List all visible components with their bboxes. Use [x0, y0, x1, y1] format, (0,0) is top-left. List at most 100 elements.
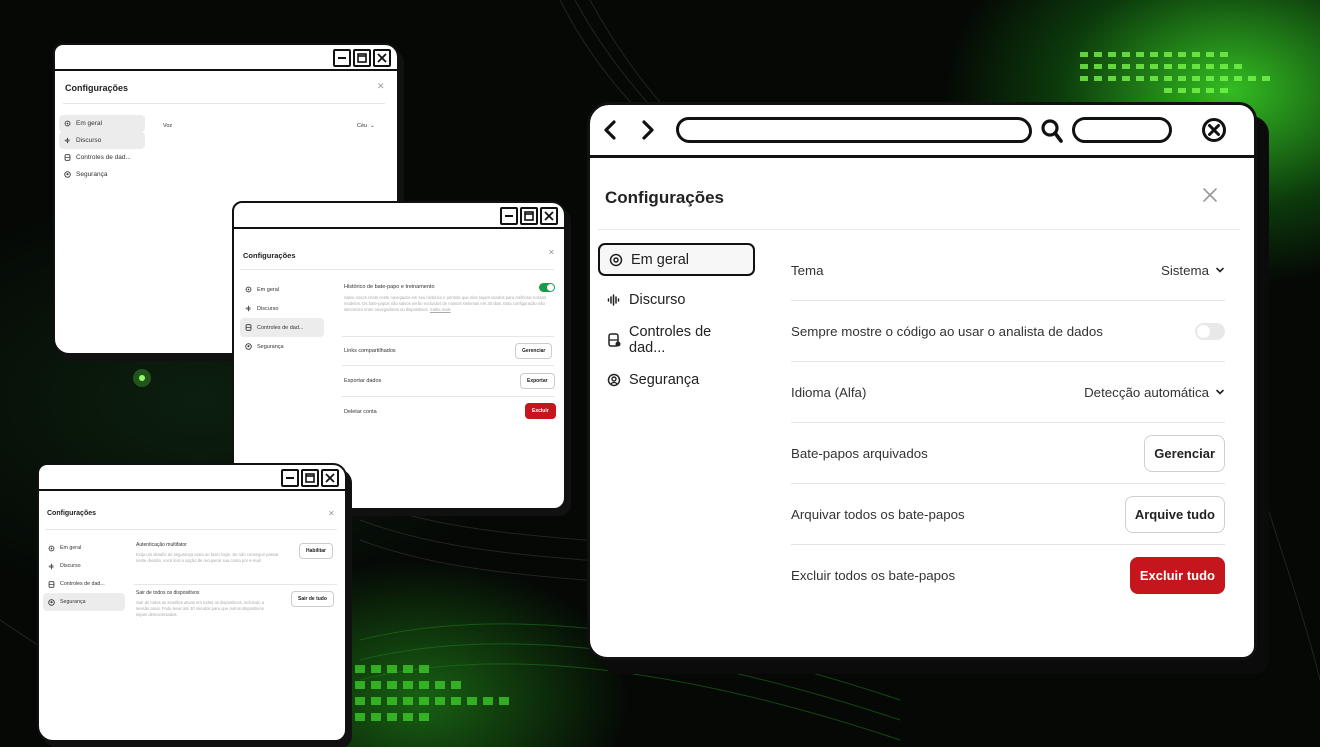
chevron-down-icon: ⌄: [370, 123, 375, 129]
delete-all-button[interactable]: Excluir tudo: [1129, 557, 1225, 594]
sidebar-item-general[interactable]: Em geral: [59, 115, 145, 132]
mfa-title: Autenticação multifator: [136, 542, 187, 548]
row-divider: [342, 365, 554, 366]
logout-all-description: Sair de todas as sessões ativas em todos…: [136, 600, 265, 618]
toolbar-pill[interactable]: [1072, 117, 1172, 143]
settings-close-icon[interactable]: ✕: [548, 248, 555, 257]
forward-icon[interactable]: [640, 119, 656, 141]
settings-sidebar: Em geral Discurso Controles de dad... Se…: [59, 115, 145, 183]
sidebar-item-speech[interactable]: Discurso: [59, 132, 145, 149]
sidebar-item-label: Em geral: [76, 120, 103, 127]
history-title: Histórico de bate-papo e treinamento: [344, 284, 435, 290]
settings-divider: [63, 103, 385, 104]
database-icon: [48, 580, 55, 588]
sidebar-item-security[interactable]: Segurança: [598, 363, 755, 396]
database-icon: [608, 332, 621, 347]
sidebar-item-speech[interactable]: Discurso: [240, 299, 324, 318]
sidebar-item-general[interactable]: Em geral: [598, 243, 755, 276]
sidebar-item-security[interactable]: Segurança: [43, 593, 125, 611]
history-toggle[interactable]: [539, 283, 555, 292]
search-icon[interactable]: [1039, 117, 1065, 145]
voice-label: Voz: [163, 123, 173, 129]
address-bar[interactable]: [676, 117, 1032, 143]
shield-icon: [48, 598, 55, 606]
settings-close-icon[interactable]: ✕: [328, 509, 335, 518]
close-icon[interactable]: [373, 49, 391, 67]
learn-more-link[interactable]: Saiba mais: [430, 307, 451, 312]
logout-all-title: Sair de todos os dispositivos: [136, 590, 200, 596]
close-icon[interactable]: [321, 469, 339, 487]
minimize-icon[interactable]: [281, 469, 299, 487]
minimize-icon[interactable]: [500, 207, 518, 225]
theme-select[interactable]: Sistema: [1161, 263, 1225, 278]
sidebar-item-label: Discurso: [60, 563, 81, 569]
waveform-icon: [64, 137, 70, 144]
settings-divider: [598, 229, 1240, 230]
maximize-icon[interactable]: [520, 207, 538, 225]
logout-all-button[interactable]: Sair de tudo: [291, 591, 334, 607]
shared-links-label: Links compartilhados: [344, 348, 396, 354]
browser-window: Configurações Em geral Discurso Controle…: [587, 102, 1257, 660]
settings-row-delete-all: Excluir todos os bate-papos Excluir tudo: [791, 545, 1225, 606]
theme-value: Sistema: [1160, 262, 1209, 278]
window-controls: [333, 49, 391, 67]
settings-title: Configurações: [243, 251, 296, 260]
maximize-icon[interactable]: [353, 49, 371, 67]
always-show-code-toggle[interactable]: [1195, 322, 1225, 340]
language-select[interactable]: Detecção automática: [1084, 385, 1225, 400]
settings-title: Configurações: [47, 510, 97, 517]
sidebar-item-general[interactable]: Em geral: [240, 280, 324, 299]
database-icon: [64, 154, 71, 161]
sidebar-item-speech[interactable]: Discurso: [598, 283, 755, 316]
sidebar-item-security[interactable]: Segurança: [59, 166, 145, 183]
settings-divider: [45, 529, 337, 530]
sidebar-item-speech[interactable]: Discurso: [43, 557, 125, 575]
sidebar-item-label: Controles de dad...: [629, 323, 712, 356]
sidebar-item-data-controls[interactable]: Controles de dad...: [598, 323, 755, 356]
window-controls: [500, 207, 558, 225]
settings-row-archived: Bate-papos arquivados Gerenciar: [791, 423, 1225, 484]
sidebar-item-security[interactable]: Segurança: [240, 337, 324, 356]
sidebar-item-label: Segurança: [257, 343, 284, 350]
chevron-down-icon: [1216, 267, 1224, 273]
minimize-icon[interactable]: [333, 49, 351, 67]
waveform-icon: [245, 305, 251, 312]
manage-links-button[interactable]: Gerenciar: [515, 343, 553, 359]
sidebar-item-general[interactable]: Em geral: [43, 539, 125, 557]
window-titlebar-line: [39, 489, 345, 491]
back-icon[interactable]: [602, 119, 618, 141]
toolbar-divider: [590, 155, 1254, 158]
sidebar-item-data-controls[interactable]: Controles de dad...: [240, 318, 324, 337]
voice-select[interactable]: Céu ⌄: [357, 123, 375, 129]
gear-icon: [64, 120, 71, 127]
sidebar-item-data-controls[interactable]: Controles de dad...: [59, 149, 145, 166]
row-divider: [342, 396, 554, 397]
row-divider: [342, 336, 554, 337]
row-divider: [134, 584, 337, 585]
settings-close-icon[interactable]: [1200, 185, 1220, 205]
close-circle-icon[interactable]: [1201, 117, 1227, 143]
mfa-description: Exija um desafio de segurança extra ao f…: [136, 552, 279, 564]
enable-mfa-button[interactable]: Habilitar: [299, 543, 334, 559]
waveform-icon: [607, 293, 620, 306]
export-button[interactable]: Exportar: [520, 373, 555, 389]
sidebar-item-data-controls[interactable]: Controles de dad...: [43, 575, 125, 593]
manage-archived-button[interactable]: Gerenciar: [1144, 434, 1225, 472]
toggle-knob: [547, 284, 554, 291]
close-icon[interactable]: [540, 207, 558, 225]
dot-grid-decoration: [1080, 52, 1270, 93]
sidebar-item-label: Segurança: [629, 371, 700, 388]
settings-row-theme: Tema Sistema: [791, 240, 1225, 301]
delete-account-button[interactable]: Excluir: [525, 403, 556, 419]
settings-window-security: Configurações ✕ Em geral Discurso Contro…: [37, 463, 347, 742]
settings-row-archive-all: Arquivar todos os bate-papos Arquive tud…: [791, 484, 1225, 545]
database-icon: [245, 324, 252, 331]
shield-icon: [607, 373, 621, 386]
maximize-icon[interactable]: [301, 469, 319, 487]
dot-grid-decoration-bottom: [355, 665, 509, 721]
language-label: Idioma (Alfa): [791, 384, 867, 400]
archive-all-button[interactable]: Arquive tudo: [1124, 495, 1225, 533]
settings-divider: [240, 269, 554, 270]
settings-sidebar: Em geral Discurso Controles de dad... Se…: [240, 280, 324, 356]
settings-close-icon[interactable]: ✕: [377, 81, 385, 92]
